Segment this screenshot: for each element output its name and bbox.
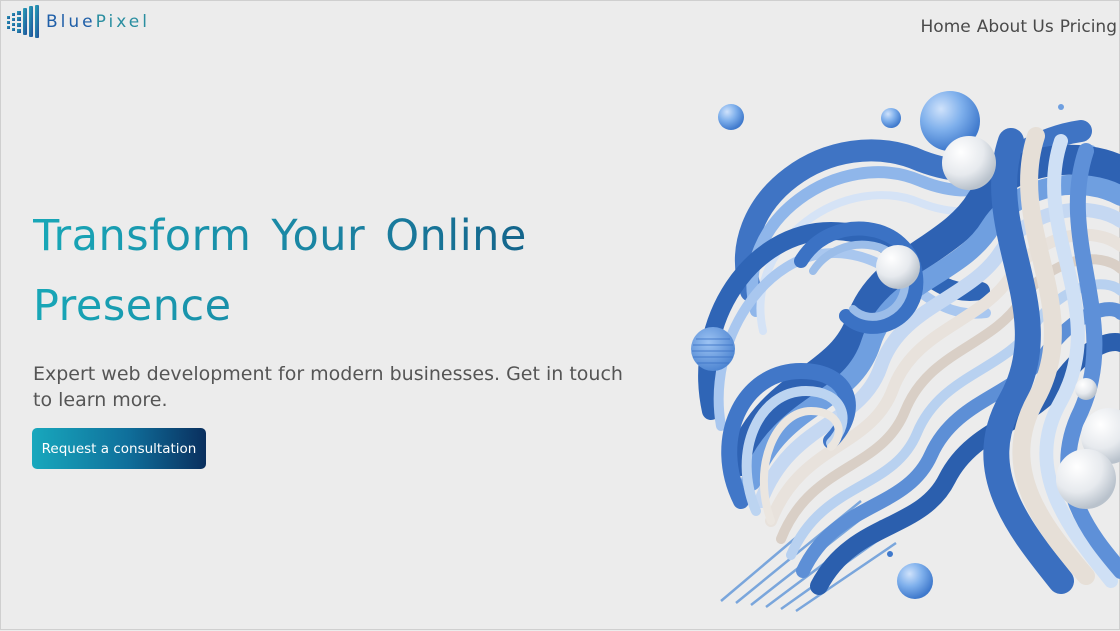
brand-logo[interactable]: BluePixel — [5, 3, 150, 43]
hero-title-word: Your — [271, 211, 366, 261]
pixel-logo-icon — [7, 5, 39, 38]
brand-name-part2: Pixel — [95, 12, 150, 32]
site-header: BluePixel Home About Us Pricing — [1, 1, 1120, 51]
request-consultation-button[interactable]: Request a consultation — [32, 428, 206, 469]
abstract-blue-waves-illustration-icon — [691, 91, 1120, 613]
main-nav: Home About Us Pricing — [921, 17, 1117, 37]
hero-title-word: Online — [385, 211, 527, 261]
hero-title: Transform Your Online Presence — [33, 201, 653, 341]
nav-pricing-link[interactable]: Pricing — [1060, 17, 1117, 37]
hero-subtitle: Expert web development for modern busine… — [33, 363, 623, 411]
nav-about-us-link[interactable]: About Us — [977, 17, 1054, 37]
brand-name: BluePixel — [46, 12, 150, 32]
hero-title-word: Transform — [33, 211, 252, 261]
brand-name-part1: Blue — [46, 12, 96, 32]
nav-home-link[interactable]: Home — [921, 17, 971, 37]
hero-title-word: Presence — [33, 281, 232, 331]
